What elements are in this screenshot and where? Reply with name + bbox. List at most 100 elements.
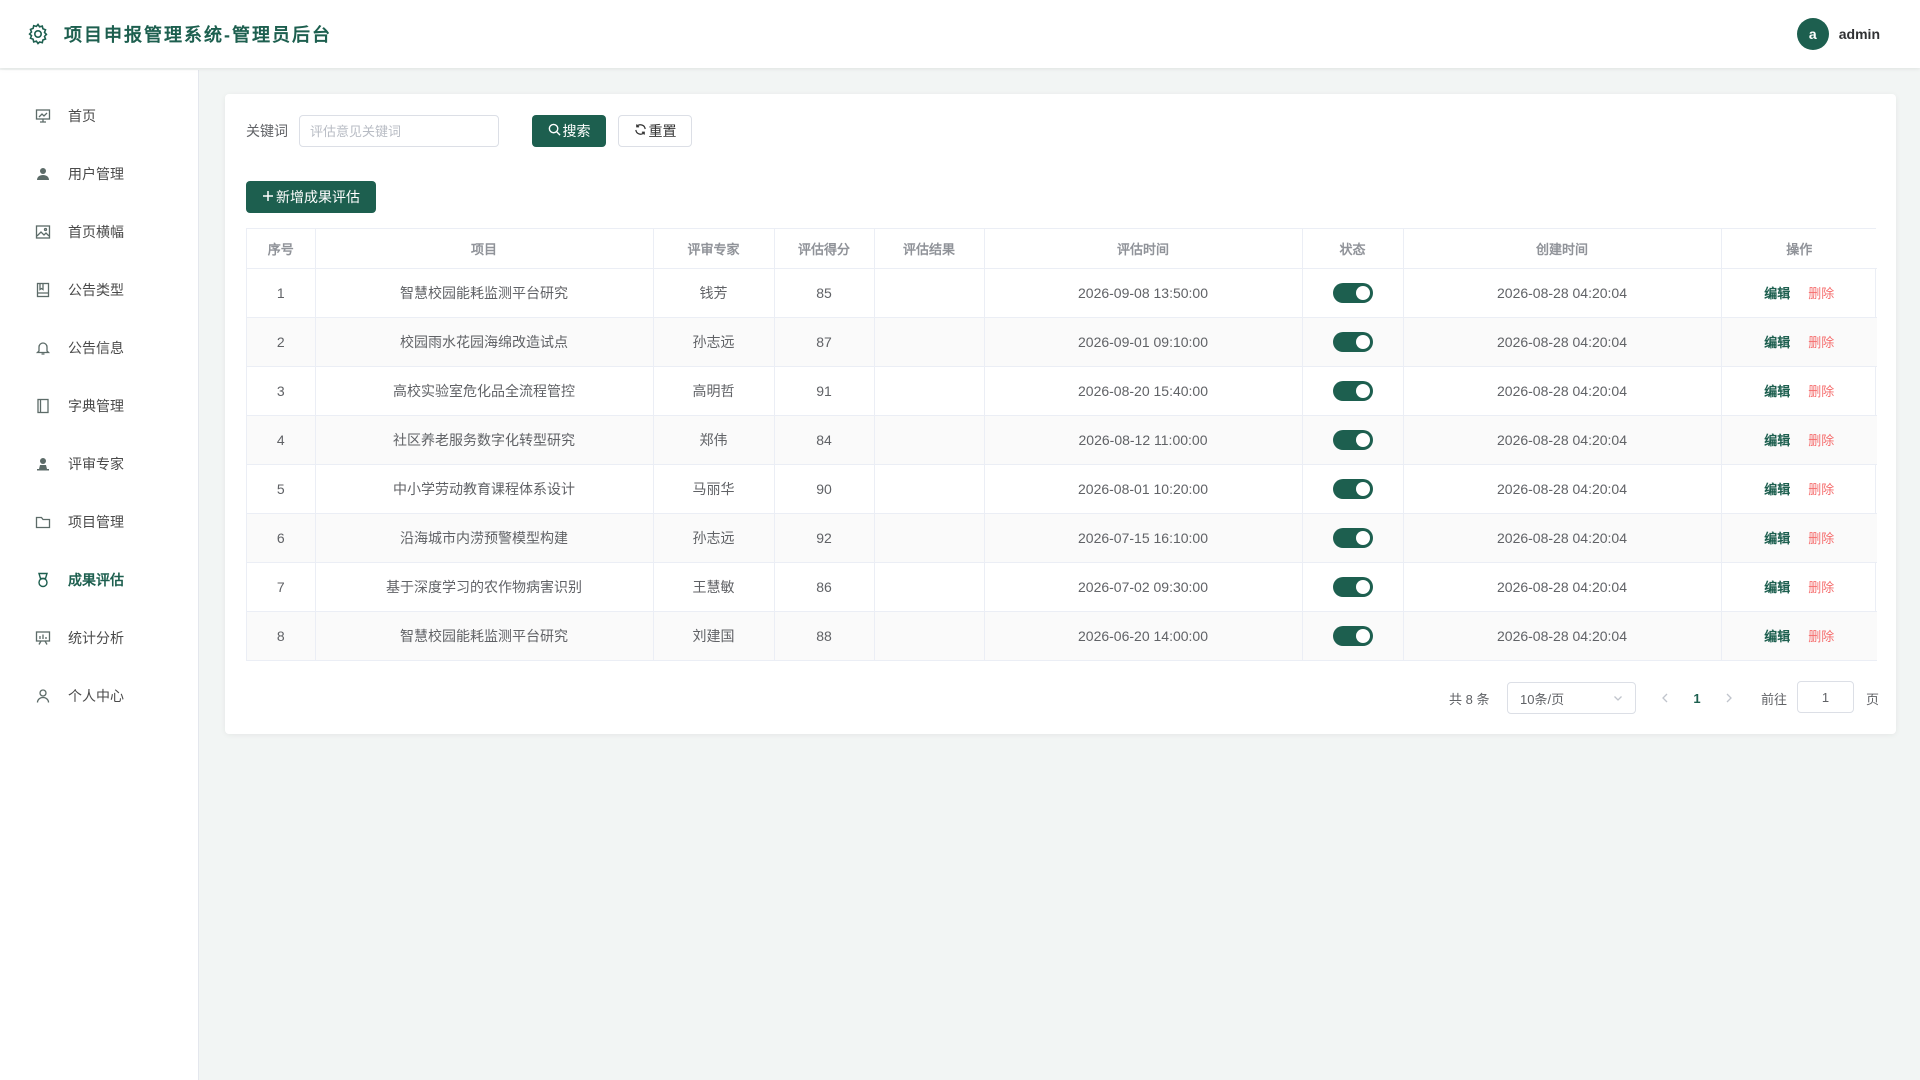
delete-button[interactable]: 删除 [1808, 482, 1834, 497]
cell-actions: 编辑 删除 [1721, 513, 1877, 563]
status-toggle[interactable] [1332, 625, 1373, 646]
cell-result [874, 415, 985, 465]
reset-button[interactable]: 重置 [618, 115, 692, 147]
cell-actions: 编辑 删除 [1721, 464, 1877, 514]
delete-button[interactable]: 删除 [1808, 629, 1834, 644]
prev-page-button[interactable] [1657, 682, 1673, 714]
toggle-knob [1355, 334, 1370, 349]
user-icon [34, 165, 52, 183]
cell-eval_time: 2026-08-20 15:40:00 [984, 366, 1303, 416]
sidebar-item-evaluation[interactable]: 成果评估 [0, 560, 199, 600]
sidebar-item-home[interactable]: 首页 [0, 96, 199, 136]
sidebar-item-label: 公告类型 [68, 282, 124, 298]
cell-created: 2026-08-28 04:20:04 [1403, 268, 1722, 318]
status-toggle[interactable] [1332, 527, 1373, 548]
sidebar-item-notice-type[interactable]: 公告类型 [0, 270, 199, 310]
next-page-button[interactable] [1721, 682, 1737, 714]
edit-button[interactable]: 编辑 [1764, 580, 1790, 595]
delete-button[interactable]: 删除 [1808, 531, 1834, 546]
sidebar-item-users[interactable]: 用户管理 [0, 154, 199, 194]
edit-button[interactable]: 编辑 [1764, 335, 1790, 350]
sidebar-item-profile[interactable]: 个人中心 [0, 676, 199, 716]
chevron-right-icon [1726, 693, 1732, 703]
cell-score: 87 [774, 317, 875, 367]
page-number-current[interactable]: 1 [1687, 682, 1707, 714]
delete-button[interactable]: 删除 [1808, 433, 1834, 448]
cell-index: 2 [247, 317, 316, 367]
column-header: 状态 [1302, 229, 1404, 269]
sidebar-item-banner[interactable]: 首页横幅 [0, 212, 199, 252]
status-toggle[interactable] [1332, 429, 1373, 450]
cell-project: 社区养老服务数字化转型研究 [315, 415, 654, 465]
edit-button[interactable]: 编辑 [1764, 482, 1790, 497]
status-toggle[interactable] [1332, 576, 1373, 597]
cell-status [1302, 415, 1404, 465]
cell-status [1302, 562, 1404, 612]
cell-actions: 编辑 删除 [1721, 415, 1877, 465]
sidebar-item-label: 首页 [68, 108, 96, 124]
cell-expert: 马丽华 [653, 464, 775, 514]
keyword-label: 关键词 [246, 123, 288, 139]
page-size-value: 10条/页 [1520, 691, 1565, 707]
sidebar-item-statistics[interactable]: 统计分析 [0, 618, 199, 658]
table-row: 8 智慧校园能耗监测平台研究 刘建国 88 2026-06-20 14:00:00 202… [247, 611, 1877, 661]
cell-index: 8 [247, 611, 316, 661]
folder-icon [34, 513, 52, 531]
edit-button[interactable]: 编辑 [1764, 629, 1790, 644]
sidebar-item-label: 公告信息 [68, 340, 124, 356]
keyword-input[interactable] [299, 115, 499, 147]
cell-project: 校园雨水花园海绵改造试点 [315, 317, 654, 367]
sidebar-item-dictionary[interactable]: 字典管理 [0, 386, 199, 426]
table-row: 4 社区养老服务数字化转型研究 郑伟 84 2026-08-12 11:00:00 202… [247, 415, 1877, 465]
avatar[interactable]: a [1796, 18, 1829, 50]
sidebar-item-label: 成果评估 [68, 572, 124, 588]
username[interactable]: admin [1839, 26, 1880, 42]
sidebar-item-label: 个人中心 [68, 688, 124, 704]
sidebar-item-projects[interactable]: 项目管理 [0, 502, 199, 542]
cell-expert: 王慧敏 [653, 562, 775, 612]
delete-button[interactable]: 删除 [1808, 286, 1834, 301]
table-row: 3 高校实验室危化品全流程管控 高明哲 91 2026-08-20 15:40:00 20… [247, 366, 1877, 416]
column-header: 评估结果 [874, 229, 985, 269]
edit-button[interactable]: 编辑 [1764, 286, 1790, 301]
status-toggle[interactable] [1332, 380, 1373, 401]
delete-button[interactable]: 删除 [1808, 335, 1834, 350]
cell-expert: 孙志远 [653, 317, 775, 367]
status-toggle[interactable] [1332, 282, 1373, 303]
cell-project: 智慧校园能耗监测平台研究 [315, 268, 654, 318]
edit-button[interactable]: 编辑 [1764, 384, 1790, 399]
edit-button[interactable]: 编辑 [1764, 433, 1790, 448]
cell-actions: 编辑 删除 [1721, 611, 1877, 661]
cell-created: 2026-08-28 04:20:04 [1403, 513, 1722, 563]
cell-index: 6 [247, 513, 316, 563]
cell-index: 7 [247, 562, 316, 612]
table-row: 7 基于深度学习的农作物病害识别 王慧敏 86 2026-07-02 09:30:00 2… [247, 562, 1877, 612]
user-menu[interactable]: a admin [1796, 18, 1880, 50]
delete-button[interactable]: 删除 [1808, 580, 1834, 595]
chevron-left-icon [1662, 693, 1668, 703]
goto-label: 前往 [1761, 691, 1788, 707]
search-button[interactable]: 搜索 [532, 115, 606, 147]
edit-button[interactable]: 编辑 [1764, 531, 1790, 546]
cell-eval_time: 2026-08-12 11:00:00 [984, 415, 1303, 465]
cell-index: 3 [247, 366, 316, 416]
cell-status [1302, 366, 1404, 416]
sidebar-item-notice-info[interactable]: 公告信息 [0, 328, 199, 368]
sidebar-item-label: 用户管理 [68, 166, 124, 182]
page-unit-label: 页 [1866, 691, 1880, 707]
delete-button[interactable]: 删除 [1808, 384, 1834, 399]
sidebar-item-label: 首页横幅 [68, 224, 124, 240]
app-title: 项目申报管理系统-管理员后台 [64, 25, 332, 45]
sidebar-item-experts[interactable]: 评审专家 [0, 444, 199, 484]
evaluation-table: 序号 项目 评审专家 评估得分 评估结果 评估时间 状态 创建时间 操作 1 智慧… [246, 228, 1877, 661]
plus-icon [262, 189, 274, 205]
page-size-select[interactable]: 10条/页 [1507, 682, 1636, 714]
status-toggle[interactable] [1332, 331, 1373, 352]
cell-eval_time: 2026-09-08 13:50:00 [984, 268, 1303, 318]
goto-page-input[interactable] [1797, 681, 1854, 713]
add-evaluation-button[interactable]: 新增成果评估 [246, 181, 376, 213]
cell-eval_time: 2026-07-02 09:30:00 [984, 562, 1303, 612]
medal-icon [34, 571, 52, 589]
status-toggle[interactable] [1332, 478, 1373, 499]
cell-expert: 刘建国 [653, 611, 775, 661]
